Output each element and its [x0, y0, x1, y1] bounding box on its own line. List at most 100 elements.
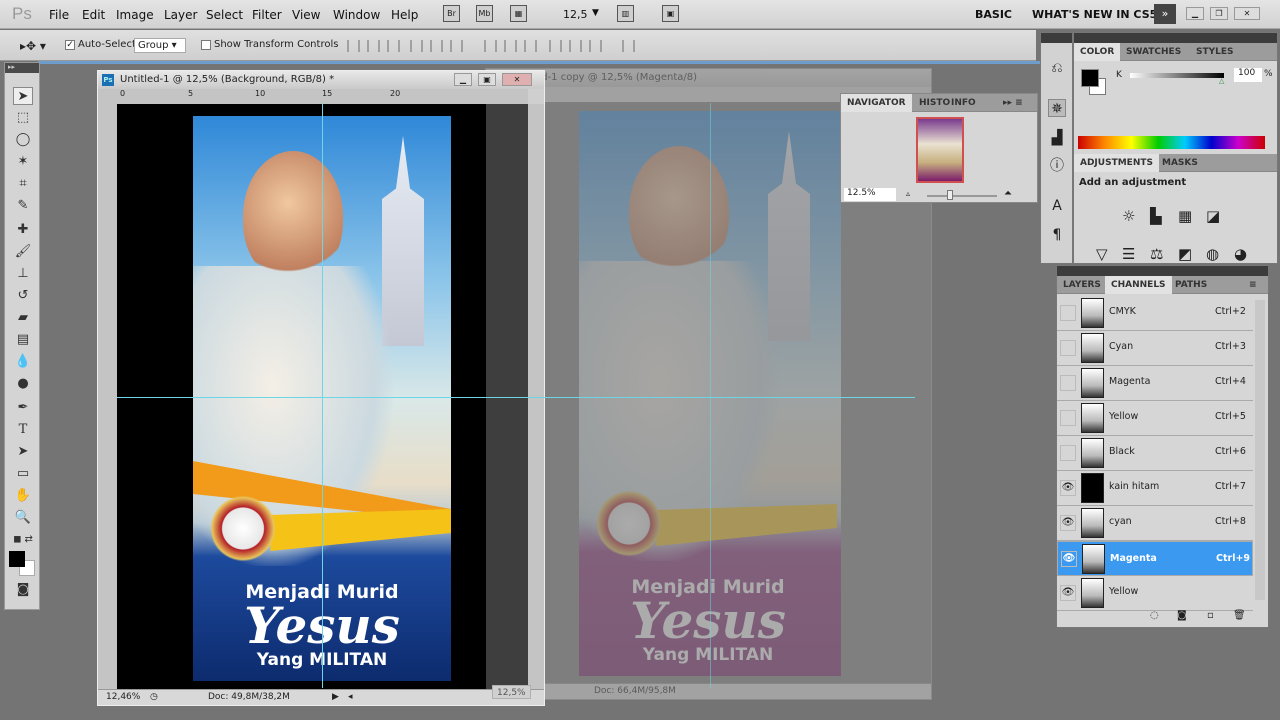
doc1-titlebar[interactable]: Ps Untitled-1 @ 12,5% (Background, RGB/8…	[98, 71, 544, 89]
channel-row[interactable]: CMYK Ctrl+2	[1057, 296, 1253, 331]
channels-scrollbar[interactable]	[1255, 300, 1265, 600]
eye-icon[interactable]: 👁	[1061, 551, 1077, 567]
k-slider[interactable]	[1130, 73, 1224, 78]
auto-align-icon[interactable]	[622, 40, 635, 52]
pen-tool-icon[interactable]: ✒	[13, 399, 33, 417]
brush-tool-icon[interactable]: 🖌	[13, 243, 33, 261]
align-right-icon[interactable]	[450, 40, 463, 52]
channel-row[interactable]: Black Ctrl+6	[1057, 436, 1253, 471]
tab-paths[interactable]: PATHS	[1169, 276, 1213, 294]
tab-channels[interactable]: CHANNELS	[1105, 276, 1172, 294]
navigator-icon[interactable]: ✵	[1048, 99, 1066, 117]
k-slider-handle[interactable]: △	[1219, 77, 1224, 85]
vertical-guide[interactable]	[322, 103, 323, 688]
levels-icon[interactable]: ▙	[1150, 207, 1162, 225]
move-tool-icon[interactable]: ➤	[13, 87, 33, 105]
lasso-tool-icon[interactable]: ◯	[13, 131, 33, 149]
exposure-icon[interactable]: ◪	[1206, 207, 1220, 225]
hand-tool-icon[interactable]: ✋	[13, 487, 33, 505]
zoom-out-icon[interactable]: ▵	[906, 189, 910, 198]
zoom-slider-handle[interactable]	[947, 190, 953, 200]
info-icon[interactable]: ⓘ	[1048, 157, 1066, 175]
status-arrow-icon[interactable]: ▶	[332, 690, 339, 705]
character-icon[interactable]: A	[1048, 197, 1066, 215]
gradient-tool-icon[interactable]: ▤	[13, 331, 33, 349]
dock-header[interactable]	[1041, 33, 1072, 43]
zoom-level-dropdown[interactable]: 12,5	[563, 8, 588, 21]
k-value-input[interactable]: 100	[1234, 68, 1262, 82]
history-icon[interactable]: ⎌	[1048, 59, 1066, 77]
panel-menu-icon[interactable]: ≡	[1243, 276, 1263, 294]
visibility-toggle[interactable]	[1060, 305, 1076, 321]
channel-row[interactable]: 👁 Yellow	[1057, 576, 1253, 611]
clone-stamp-icon[interactable]: ⊥	[13, 265, 33, 283]
healing-brush-icon[interactable]: ✚	[13, 221, 33, 239]
auto-select-dropdown[interactable]: Group ▾	[134, 38, 186, 53]
move-tool-icon[interactable]: ▸✥ ▾	[20, 39, 46, 53]
distribute-right-icon[interactable]	[589, 40, 602, 52]
menu-view[interactable]: View	[292, 8, 320, 22]
channel-row[interactable]: Magenta Ctrl+4	[1057, 366, 1253, 401]
history-brush-icon[interactable]: ↺	[13, 287, 33, 305]
channel-row[interactable]: 👁 Magenta Ctrl+9	[1057, 541, 1253, 576]
navigator-thumbnail[interactable]	[916, 117, 964, 183]
dodge-tool-icon[interactable]: ●	[13, 375, 33, 393]
distribute-left-icon[interactable]	[549, 40, 562, 52]
load-selection-icon[interactable]: ◌	[1150, 610, 1159, 621]
eye-icon[interactable]: 👁	[1060, 585, 1076, 601]
foreground-color-swatch[interactable]	[9, 551, 25, 567]
distribute-vcenter-icon[interactable]	[504, 40, 517, 52]
marquee-tool-icon[interactable]: ⬚	[13, 109, 33, 127]
eyedropper-icon[interactable]: ✎	[13, 197, 33, 215]
extras-icon[interactable]: ▦	[510, 5, 527, 22]
navigator-zoom-slider[interactable]	[927, 195, 997, 197]
restore-button[interactable]: ❐	[1210, 7, 1228, 20]
show-transform-checkbox[interactable]	[201, 40, 211, 50]
histogram-icon[interactable]: ▟	[1048, 129, 1066, 147]
tools-header[interactable]: ▸▸	[5, 63, 39, 73]
navigator-zoom-input[interactable]: 12.5%	[844, 188, 896, 201]
blur-tool-icon[interactable]: 💧	[13, 353, 33, 371]
foreground-color-swatch[interactable]	[1081, 69, 1099, 87]
mini-bridge-button[interactable]: Mb	[476, 5, 493, 22]
align-vcenter-icon[interactable]	[367, 40, 380, 52]
menu-file[interactable]: File	[49, 8, 69, 22]
panel-menu-icon[interactable]: ▸▸ ≡	[997, 94, 1029, 112]
visibility-toggle[interactable]	[1060, 340, 1076, 356]
menu-edit[interactable]: Edit	[82, 8, 105, 22]
default-colors-icon[interactable]: ◼ ⇄	[13, 531, 33, 549]
path-selection-icon[interactable]: ➤	[13, 443, 33, 461]
distribute-hcenter-icon[interactable]	[569, 40, 582, 52]
new-channel-icon[interactable]: ▫	[1207, 610, 1214, 621]
tab-layers[interactable]: LAYERS	[1057, 276, 1107, 294]
workspace-basic[interactable]: BASIC	[975, 8, 1012, 21]
tab-adjustments[interactable]: ADJUSTMENTS	[1074, 154, 1159, 172]
eye-icon[interactable]: 👁	[1060, 480, 1076, 496]
brightness-contrast-icon[interactable]: ☼	[1122, 207, 1135, 225]
workspace-whats-new[interactable]: WHAT'S NEW IN CS5	[1032, 8, 1157, 21]
eraser-icon[interactable]: ▰	[13, 309, 33, 327]
doc-close-button[interactable]: ✕	[502, 73, 532, 86]
tab-info[interactable]: INFO	[945, 94, 982, 112]
bridge-button[interactable]: Br	[443, 5, 460, 22]
channel-row[interactable]: Cyan Ctrl+3	[1057, 331, 1253, 366]
crop-tool-icon[interactable]: ⌗	[13, 175, 33, 193]
channel-mixer-icon[interactable]: ◕	[1234, 245, 1247, 263]
more-workspaces-icon[interactable]: »	[1154, 4, 1176, 24]
vertical-guide[interactable]	[710, 103, 711, 688]
type-tool-icon[interactable]: T	[13, 421, 33, 439]
zoom-tool-icon[interactable]: 🔍	[13, 509, 33, 527]
tab-swatches[interactable]: SWATCHES	[1120, 43, 1187, 61]
channel-row[interactable]: Yellow Ctrl+5	[1057, 401, 1253, 436]
eye-icon[interactable]: 👁	[1060, 515, 1076, 531]
photo-filter-icon[interactable]: ◍	[1206, 245, 1219, 263]
channel-row[interactable]: 👁 kain hitam Ctrl+7	[1057, 471, 1253, 506]
doc1-top-ruler[interactable]: 0 5 10 15 20	[98, 89, 528, 104]
doc-minimize-button[interactable]: ▁	[454, 73, 472, 86]
align-bottom-icon[interactable]	[387, 40, 400, 52]
panel-header[interactable]	[1057, 266, 1268, 276]
align-top-icon[interactable]	[347, 40, 360, 52]
paragraph-icon[interactable]: ¶	[1048, 226, 1066, 244]
tab-navigator[interactable]: NAVIGATOR	[841, 94, 912, 112]
align-hcenter-icon[interactable]	[430, 40, 443, 52]
